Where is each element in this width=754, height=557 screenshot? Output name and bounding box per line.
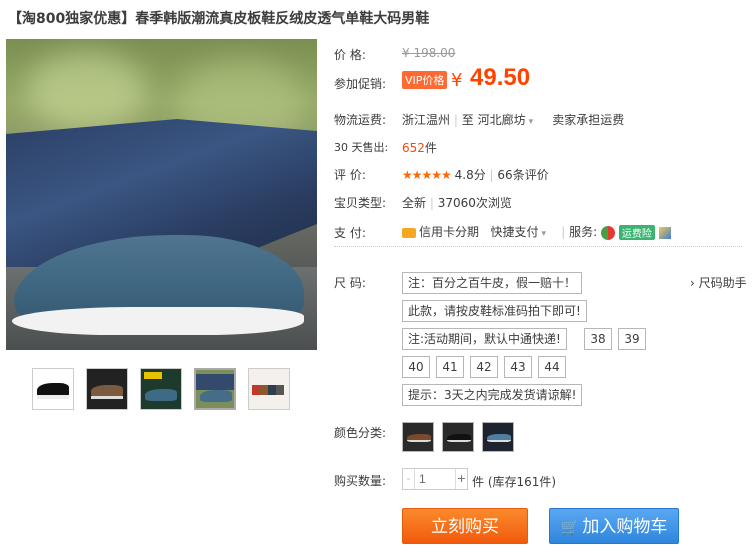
size-option-38[interactable]: 38	[584, 328, 612, 350]
quick-pay[interactable]: 快捷支付 ▾	[490, 225, 546, 239]
thumbnail-1[interactable]	[32, 368, 74, 410]
stock-info: 件 (库存161件)	[472, 475, 557, 489]
rating-score: 4.8分	[454, 168, 486, 182]
payment-info: 信用卡分期 快捷支付 ▾ | 服务: 运费险	[402, 223, 671, 240]
ship-from: 浙江温州	[402, 113, 451, 127]
shipping-fee: 卖家承担运费	[552, 113, 625, 127]
reviews-link[interactable]: 66条评价	[497, 168, 548, 182]
sales-label: 30 天售出:	[334, 141, 389, 154]
promo-price: 49.50	[470, 64, 531, 91]
rating-stars: ★★★★★	[402, 168, 452, 182]
thumbnail-4[interactable]	[194, 368, 236, 410]
color-option-blue[interactable]	[482, 422, 514, 452]
thumbnail-2[interactable]	[86, 368, 128, 410]
size-option-note-4[interactable]: 提示：3天之内完成发货请谅解!	[402, 384, 583, 406]
shipping-info: 浙江温州 | 至 河北廊坊 ▾ 卖家承担运费	[402, 113, 625, 127]
thumbnail-3[interactable]	[140, 368, 182, 410]
shipping-label: 物流运费:	[334, 113, 387, 127]
vip-price-badge: VIP价格	[402, 71, 448, 89]
price-label: 价 格:	[334, 48, 366, 62]
color-option-black[interactable]	[442, 422, 474, 452]
quantity-increase-button[interactable]: +	[455, 469, 467, 489]
credit-installment[interactable]: 信用卡分期	[402, 225, 479, 239]
original-price: ¥ 198.00	[402, 46, 456, 60]
chevron-down-icon: ▾	[528, 117, 534, 127]
rating-info: ★★★★★ 4.8分 | 66条评价	[402, 168, 549, 182]
chevron-down-icon: ▾	[541, 229, 547, 239]
thumbnail-5[interactable]	[248, 368, 290, 410]
chevron-right-icon: ›	[690, 276, 695, 290]
size-label: 尺 码:	[334, 276, 366, 290]
shipping-insurance-badge[interactable]: 运费险	[618, 225, 655, 240]
ship-to-select[interactable]: 河北廊坊 ▾	[478, 113, 534, 127]
size-helper-link[interactable]: › 尺码助手	[690, 274, 747, 291]
item-type-label: 宝贝类型:	[334, 196, 387, 210]
add-to-cart-button[interactable]: 🛒 加入购物车	[549, 508, 679, 544]
size-option-43[interactable]: 43	[504, 356, 532, 378]
quantity-label: 购买数量:	[334, 474, 387, 488]
size-option-40[interactable]: 40	[402, 356, 430, 378]
credit-card-icon	[402, 227, 416, 238]
promo-currency: ¥	[451, 70, 463, 91]
rating-label: 评 价:	[334, 168, 366, 182]
cart-icon: 🛒	[560, 518, 580, 536]
size-option-44[interactable]: 44	[538, 356, 566, 378]
divider	[334, 246, 742, 247]
item-type-info: 全新 | 37060次浏览	[402, 196, 512, 210]
size-option-note-3[interactable]: 注:活动期间，默认中通快递!	[402, 328, 567, 350]
size-option-39[interactable]: 39	[618, 328, 646, 350]
color-label: 颜色分类:	[334, 426, 387, 440]
size-option-note-1[interactable]: 注：百分之百牛皮，假一赔十！	[402, 272, 583, 294]
guarantee-icon[interactable]	[658, 226, 671, 239]
quantity-stepper: - +	[402, 468, 468, 490]
quantity-input[interactable]	[415, 469, 457, 489]
payment-label: 支 付:	[334, 226, 366, 240]
sales-count: 652件	[402, 141, 437, 155]
main-product-image[interactable]	[6, 39, 317, 350]
size-option-42[interactable]: 42	[470, 356, 498, 378]
quantity-decrease-button[interactable]: -	[403, 469, 415, 489]
promo-label: 参加促销:	[334, 77, 387, 91]
seven-day-return-icon[interactable]	[601, 225, 616, 240]
product-title: 【淘800独家优惠】春季韩版潮流真皮板鞋反绒皮透气单鞋大码男鞋	[8, 11, 430, 27]
color-option-brown[interactable]	[402, 422, 434, 452]
buy-now-button[interactable]: 立刻购买	[402, 508, 528, 544]
size-option-note-2[interactable]: 此款，请按皮鞋标准码拍下即可!	[402, 300, 587, 322]
size-option-41[interactable]: 41	[436, 356, 464, 378]
